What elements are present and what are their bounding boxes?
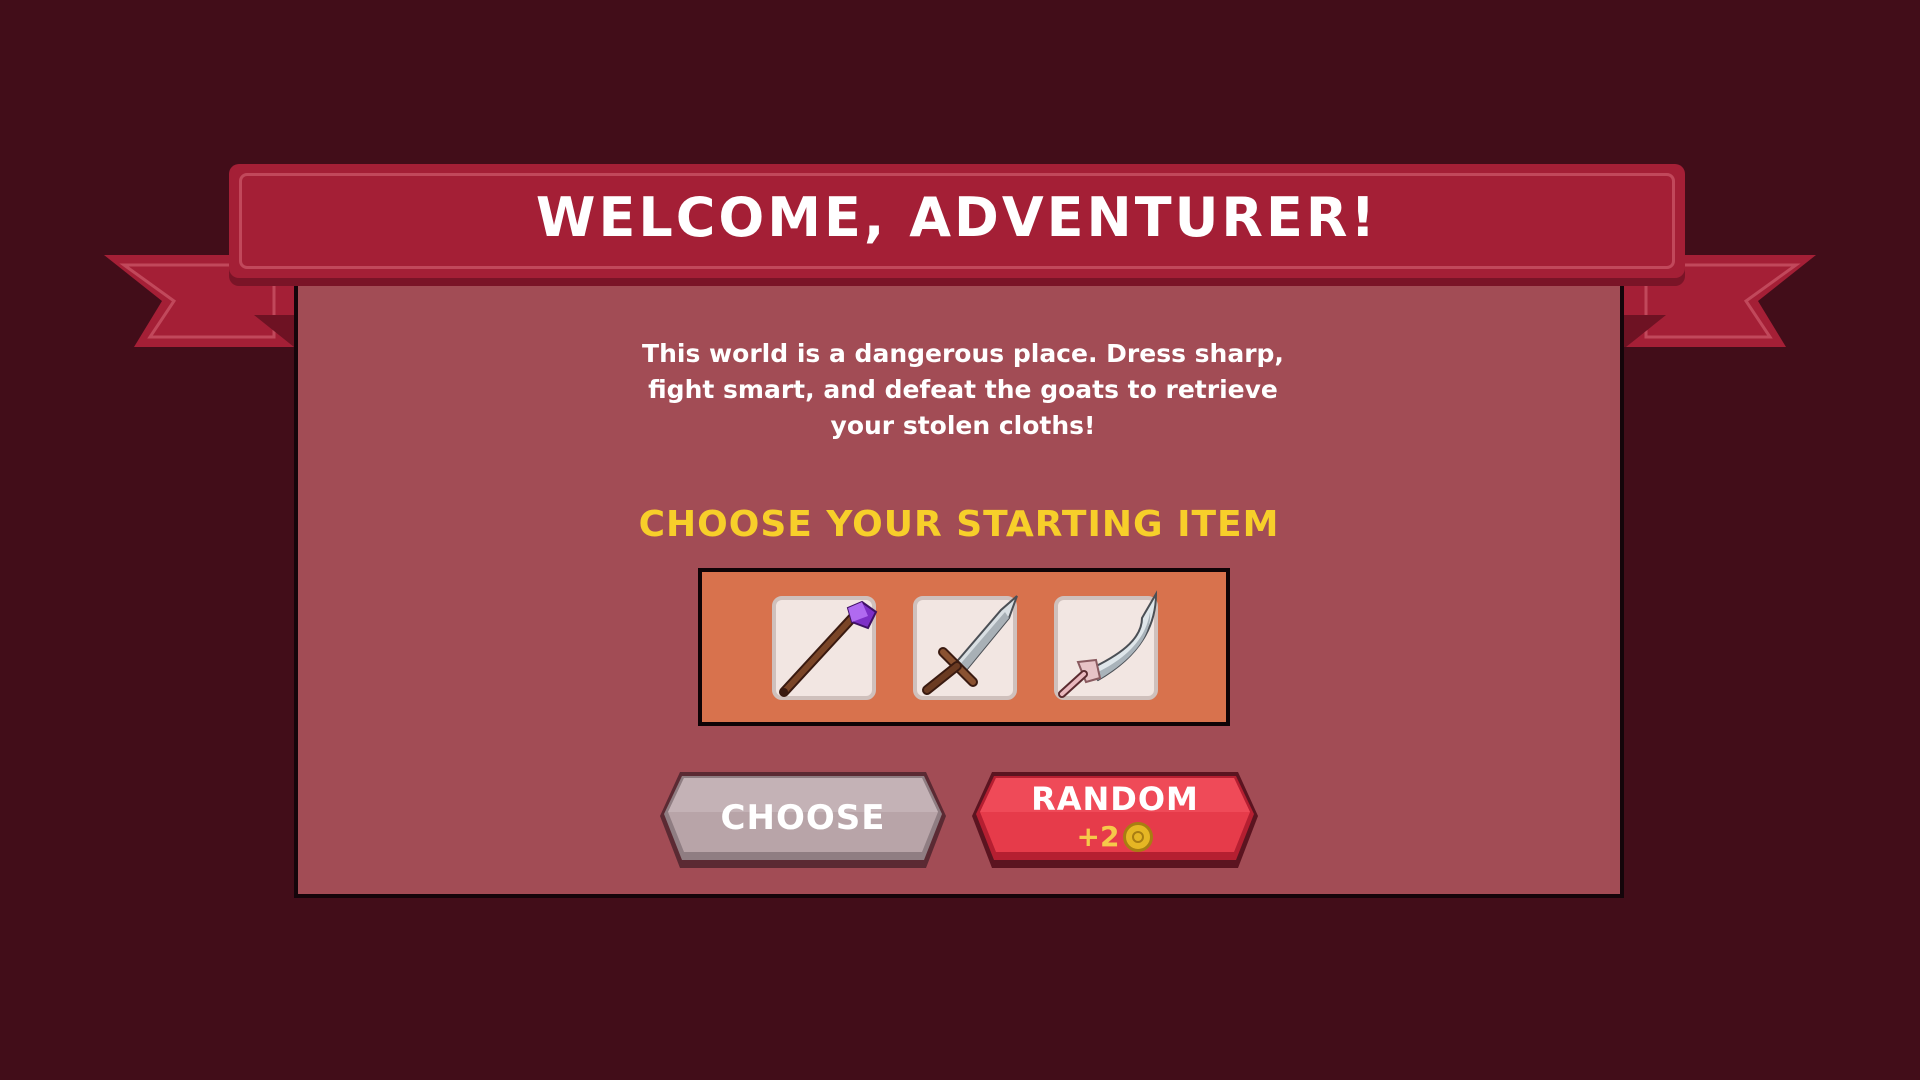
title-banner: WELCOME, ADVENTURER! bbox=[229, 164, 1685, 278]
random-cost-value: +2 bbox=[1076, 820, 1120, 853]
item-slot-curved-blade[interactable] bbox=[1054, 590, 1158, 700]
curved-blade-icon bbox=[1058, 590, 1158, 698]
random-button-label: RANDOM bbox=[1031, 780, 1199, 818]
coin-icon bbox=[1123, 822, 1154, 852]
welcome-dialog: This world is a dangerous place. Dress s… bbox=[294, 286, 1624, 898]
random-cost: +2 bbox=[970, 820, 1260, 853]
item-slot-staff[interactable] bbox=[772, 596, 878, 700]
item-slot-sword[interactable] bbox=[913, 595, 1018, 700]
random-button[interactable]: RANDOM +2 bbox=[970, 768, 1260, 874]
page-title: WELCOME, ADVENTURER! bbox=[535, 186, 1379, 249]
intro-text: This world is a dangerous place. Dress s… bbox=[642, 339, 1284, 440]
choose-item-heading: CHOOSE YOUR STARTING ITEM bbox=[638, 504, 1280, 545]
choose-button[interactable]: CHOOSE bbox=[658, 768, 948, 874]
item-selection-box bbox=[698, 568, 1230, 726]
choose-button-label: CHOOSE bbox=[720, 798, 886, 838]
sword-icon bbox=[922, 595, 1018, 695]
magic-staff-icon bbox=[779, 600, 878, 697]
